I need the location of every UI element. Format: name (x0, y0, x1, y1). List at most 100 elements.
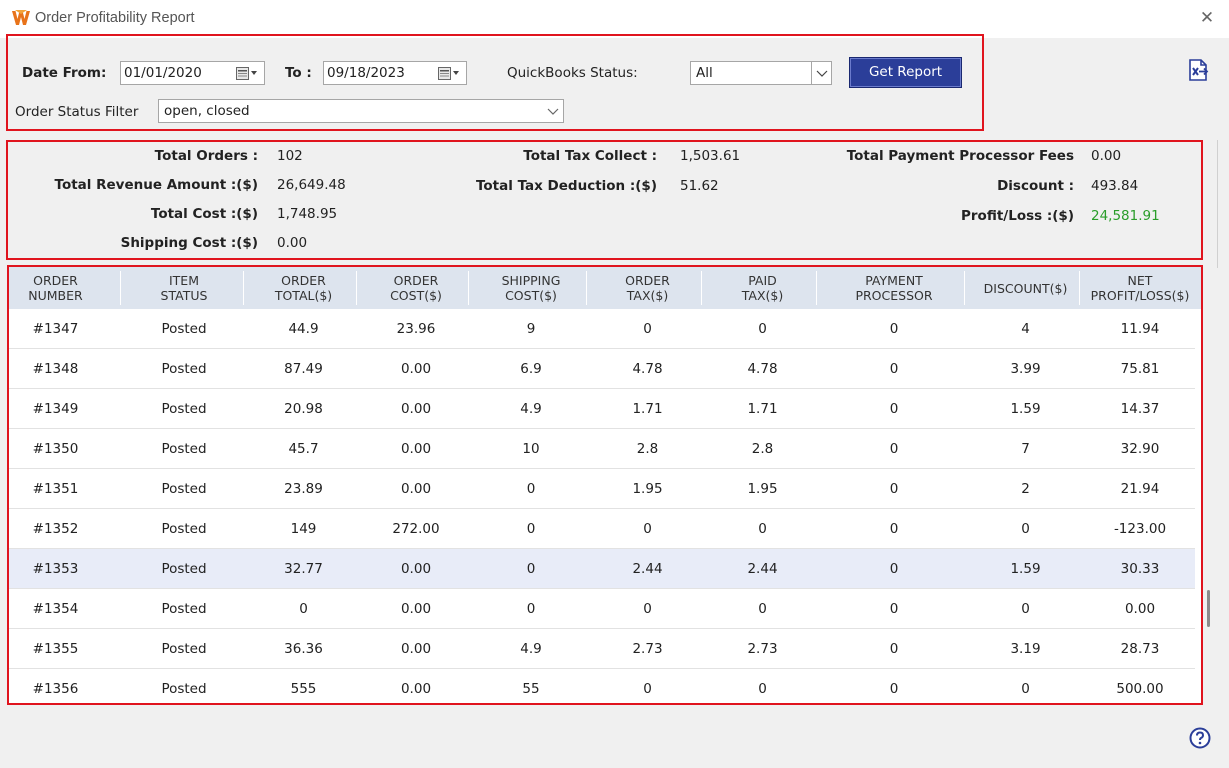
table-row[interactable]: #1351 Posted 23.89 0.00 0 1.95 1.95 0 2 21.94 (9, 469, 1195, 509)
table-cell: Posted (161, 561, 207, 577)
column-separator[interactable] (243, 271, 244, 305)
close-button[interactable]: ✕ (1197, 8, 1217, 28)
table-scrollbar-thumb[interactable] (1207, 590, 1210, 627)
chevron-down-icon[interactable] (543, 100, 563, 122)
table-cell: 1.59 (1010, 401, 1041, 417)
shipping-cost-value: 0.00 (277, 235, 308, 251)
table-row[interactable]: #1350 Posted 45.7 0.00 10 2.8 2.8 0 7 32.90 (9, 429, 1195, 469)
table-cell: #1350 (32, 441, 79, 457)
date-to-label: To : (285, 65, 312, 81)
column-separator[interactable] (120, 271, 121, 305)
table-cell: 36.36 (284, 641, 323, 657)
table-row[interactable]: #1356 Posted 555 0.00 55 0 0 0 0 500.00 (9, 669, 1195, 703)
column-header[interactable]: PAID TAX($) (705, 267, 820, 309)
table-cell: #1354 (32, 601, 79, 617)
table-cell: 0.00 (400, 561, 432, 577)
table-cell: 1.71 (747, 401, 778, 417)
column-header[interactable]: ORDER NUMBER (9, 267, 102, 309)
order-status-filter-select[interactable]: open, closed (158, 99, 564, 123)
table-cell: Posted (161, 401, 207, 417)
column-separator[interactable] (586, 271, 587, 305)
table-cell: 0 (526, 601, 536, 617)
date-from-value: 01/01/2020 (124, 65, 202, 81)
table-cell: 3.19 (1010, 641, 1041, 657)
excel-export-icon[interactable] (1186, 58, 1210, 82)
column-header-line: ORDER (625, 273, 670, 288)
table-cell: Posted (161, 321, 207, 337)
processor-fees-label: Total Payment Processor Fees (846, 148, 1074, 164)
title-bar: Order Profitability Report ✕ (0, 0, 1229, 38)
table-row[interactable]: #1353 Posted 32.77 0.00 0 2.44 2.44 0 1.59 30.33 (9, 549, 1195, 589)
calendar-dropdown-icon[interactable] (438, 67, 460, 80)
table-cell: 4.78 (747, 361, 778, 377)
table-cell: 0.00 (1124, 601, 1156, 617)
table-cell: 0 (758, 681, 767, 697)
column-header-line: COST($) (390, 288, 442, 303)
column-header[interactable]: DISCOUNT($) (968, 267, 1083, 309)
column-separator[interactable] (356, 271, 357, 305)
table-row[interactable]: #1355 Posted 36.36 0.00 4.9 2.73 2.73 0 3.19 28.7… (9, 629, 1195, 669)
table-cell: 4.9 (520, 401, 542, 417)
column-header-line: PAID (748, 273, 777, 288)
table-cell: 0 (643, 681, 652, 697)
calendar-dropdown-icon[interactable] (236, 67, 258, 80)
date-to-value: 09/18/2023 (327, 65, 405, 81)
order-status-filter-value: open, closed (164, 103, 250, 119)
total-tax-deduction-value: 51.62 (680, 178, 719, 194)
orders-table: ORDER NUMBER ITEM STATUS ORDER TOTAL($) ORDER C… (7, 265, 1203, 705)
column-header[interactable]: ORDER TAX($) (590, 267, 705, 309)
table-cell: 0 (889, 481, 899, 497)
profit-loss-label: Profit/Loss :($) (961, 208, 1074, 224)
table-cell: 1.95 (747, 481, 778, 497)
column-header[interactable]: ORDER COST($) (360, 267, 472, 309)
table-row[interactable]: #1352 Posted 149 272.00 0 0 0 0 0 -123.00 (9, 509, 1195, 549)
table-row[interactable]: #1354 Posted 0 0.00 0 0 0 0 0 0.00 (9, 589, 1195, 629)
table-cell: 0 (1021, 681, 1030, 697)
quickbooks-status-label: QuickBooks Status: (507, 65, 638, 81)
column-header-line: PROFIT/LOSS($) (1090, 288, 1190, 303)
table-cell: 0 (1021, 521, 1030, 537)
chevron-down-icon[interactable] (811, 62, 831, 84)
column-separator[interactable] (1079, 271, 1080, 305)
table-cell: 7 (1021, 441, 1030, 457)
w-logo-icon (12, 10, 30, 25)
column-header[interactable]: ITEM STATUS (124, 267, 244, 309)
table-cell: 4 (1021, 321, 1030, 337)
column-header-line: NET (1127, 273, 1153, 288)
table-cell: 0.00 (400, 481, 432, 497)
date-from-label: Date From: (22, 65, 107, 81)
table-cell: 55 (522, 681, 540, 697)
column-separator[interactable] (816, 271, 817, 305)
date-from-picker[interactable]: 01/01/2020 (120, 61, 265, 85)
table-cell: 9 (526, 321, 536, 337)
table-cell: 2.73 (632, 641, 663, 657)
quickbooks-status-select[interactable]: All (690, 61, 832, 85)
table-cell: 0 (526, 561, 536, 577)
table-cell: 2.8 (636, 441, 659, 457)
date-to-picker[interactable]: 09/18/2023 (323, 61, 467, 85)
column-header-line: ORDER (393, 273, 439, 288)
table-row[interactable]: #1348 Posted 87.49 0.00 6.9 4.78 4.78 0 3.99 75.8… (9, 349, 1195, 389)
column-header[interactable]: SHIPPING COST($) (472, 267, 590, 309)
summary-scroll-strip (1203, 140, 1218, 268)
table-cell: 20.98 (284, 401, 323, 417)
table-cell: Posted (161, 481, 207, 497)
column-separator[interactable] (468, 271, 469, 305)
table-cell: 0 (889, 441, 899, 457)
column-header[interactable]: NET PROFIT/LOSS($) (1083, 267, 1197, 309)
column-separator[interactable] (701, 271, 702, 305)
table-cell: Posted (161, 681, 207, 697)
table-row[interactable]: #1347 Posted 44.9 23.96 9 0 0 0 4 11.94 (9, 309, 1195, 349)
help-icon[interactable] (1189, 727, 1211, 749)
table-cell: 0 (758, 521, 767, 537)
column-header[interactable]: PAYMENT PROCESSOR (820, 267, 968, 309)
column-header[interactable]: ORDER TOTAL($) (247, 267, 360, 309)
table-row[interactable]: #1349 Posted 20.98 0.00 4.9 1.71 1.71 0 1.59 14.3… (9, 389, 1195, 429)
order-status-filter-label: Order Status Filter (15, 104, 139, 120)
column-separator[interactable] (964, 271, 965, 305)
get-report-button[interactable]: Get Report (849, 57, 962, 88)
table-cell: 0 (889, 521, 899, 537)
table-cell: 44.9 (288, 321, 319, 337)
column-header-line: TOTAL($) (274, 288, 333, 303)
total-orders-label: Total Orders : (154, 148, 258, 164)
